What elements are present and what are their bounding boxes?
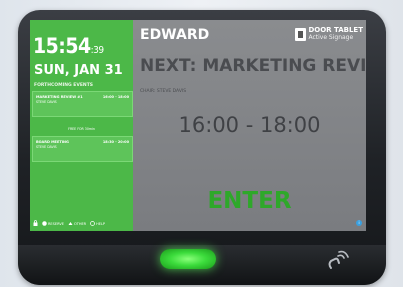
help-icon xyxy=(90,220,95,227)
tablet-screen: 15:54:39 SUN, JAN 31 FORTHCOMING EVENTS … xyxy=(30,20,366,231)
event-time: 18:30 - 20:00 xyxy=(102,140,129,144)
nfc-reader-icon xyxy=(325,248,351,272)
help-button[interactable]: HELP xyxy=(90,220,106,227)
event-title: BOARD MEETING xyxy=(36,140,69,144)
event-item[interactable]: BOARD MEETING 18:30 - 20:00 STEVE DAVIS xyxy=(32,136,133,162)
next-meeting-title: NEXT: MARKETING REVIEW xyxy=(140,56,366,76)
bottom-action-bar: RESERVE OTHER HELP xyxy=(33,220,130,227)
meeting-time-range: 16:00 - 18:00 xyxy=(178,113,321,137)
reserve-label: RESERVE xyxy=(48,221,64,226)
date-label: SUN, JAN 31 xyxy=(34,63,123,78)
info-icon[interactable]: i xyxy=(356,220,362,226)
clock: 15:54:39 xyxy=(33,34,104,58)
enter-button[interactable]: ENTER xyxy=(133,188,366,214)
reserve-button[interactable]: RESERVE xyxy=(42,220,64,227)
room-name: EDWARD xyxy=(140,27,210,43)
logo-main-text: DOOR TABLET xyxy=(308,26,363,34)
event-title: MARKETING REVIEW #1 xyxy=(36,95,83,99)
event-item[interactable]: MARKETING REVIEW #1 16:00 - 18:00 STEVE … xyxy=(32,91,133,117)
clock-seconds: :39 xyxy=(90,45,104,56)
event-organizer: STEVE DAVIS xyxy=(36,100,57,104)
door-icon xyxy=(295,27,307,41)
clock-hours-minutes: 15:54 xyxy=(33,34,91,58)
status-led xyxy=(160,249,216,269)
left-panel: 15:54:39 SUN, JAN 31 FORTHCOMING EVENTS … xyxy=(30,20,133,231)
reserve-icon xyxy=(42,220,47,227)
right-panel: EDWARD DOOR TABLET Active Signage NEXT: … xyxy=(133,20,366,231)
door-tablet-logo: DOOR TABLET Active Signage xyxy=(295,26,363,42)
other-button[interactable]: OTHER xyxy=(68,221,86,227)
forthcoming-events-label: FORTHCOMING EVENTS xyxy=(34,83,94,88)
event-time: 16:00 - 18:00 xyxy=(102,95,129,99)
help-label: HELP xyxy=(96,221,106,226)
meeting-chair: CHAIR: STEVE DAVIS xyxy=(140,89,187,94)
other-icon xyxy=(68,221,73,227)
event-organizer: STEVE DAVIS xyxy=(36,145,57,149)
lock-icon[interactable] xyxy=(33,220,38,227)
logo-sub-text: Active Signage xyxy=(308,34,354,41)
other-label: OTHER xyxy=(73,221,87,226)
free-slot-label: FREE FOR 30min xyxy=(68,127,95,131)
